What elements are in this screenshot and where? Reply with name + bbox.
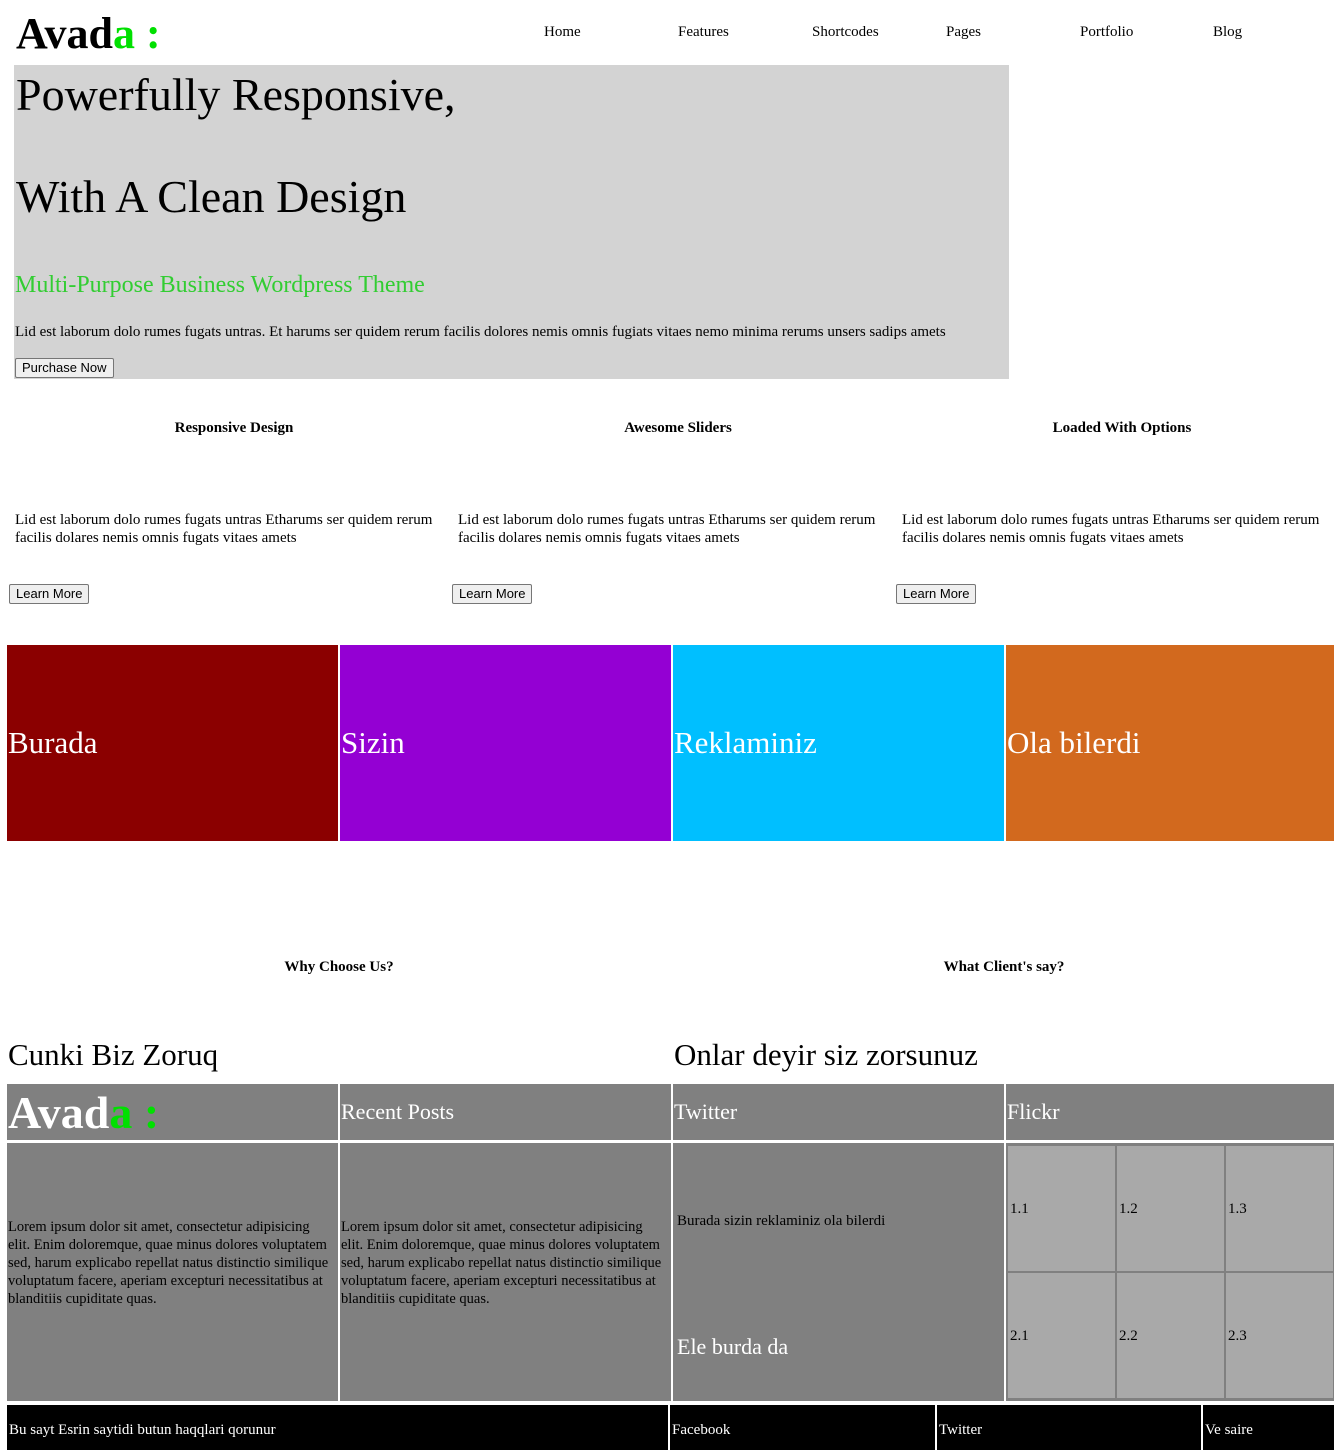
- twitter-link[interactable]: Twitter: [937, 1405, 1201, 1450]
- hero-text: Lid est laborum dolo rumes fugats untras…: [15, 324, 946, 340]
- flickr-tile[interactable]: 2.3: [1226, 1273, 1333, 1398]
- nav-features[interactable]: Features: [678, 22, 729, 42]
- ad-banner-label: Sizin: [341, 725, 405, 760]
- footer-logo[interactable]: Avada :: [8, 1086, 159, 1140]
- copyright-text: Bu sayt Esrin saytidi butun haqqlari qor…: [9, 1422, 276, 1438]
- logo-accent-text: a :: [112, 9, 161, 58]
- flickr-tile[interactable]: 1.3: [1226, 1146, 1333, 1271]
- learn-more-button-1[interactable]: Learn More: [9, 584, 90, 604]
- ad-banner-2[interactable]: Sizin: [340, 645, 671, 841]
- why-choose-us-text: Cunki Biz Zoruq: [8, 1037, 219, 1072]
- feature-title-responsive: Responsive Design: [174, 420, 294, 436]
- flickr-tile[interactable]: 1.1: [1008, 1146, 1115, 1271]
- learn-more-button-3[interactable]: Learn More: [896, 584, 977, 604]
- feature-text-responsive: Lid est laborum dolo rumes fugats untras…: [15, 512, 433, 546]
- nav-portfolio[interactable]: Portfolio: [1080, 22, 1133, 42]
- feature-title-sliders: Awesome Sliders: [624, 420, 732, 436]
- twitter-title: Twitter: [674, 1099, 738, 1124]
- footer-about-cell: Lorem ipsum dolor sit amet, consectetur …: [7, 1143, 338, 1401]
- flickr-tile-label: 1.1: [1010, 1201, 1029, 1217]
- learn-more-button-2[interactable]: Learn More: [452, 584, 533, 604]
- purchase-now-button[interactable]: Purchase Now: [15, 358, 114, 378]
- nav-blog[interactable]: Blog: [1213, 22, 1242, 42]
- nav-home[interactable]: Home: [544, 22, 581, 42]
- flickr-tile-label: 2.2: [1119, 1328, 1138, 1344]
- more-link-label: Ve saire: [1205, 1422, 1253, 1438]
- flickr-cell: 1.1 1.2 1.3 2.1 2.2 2.3: [1006, 1143, 1334, 1401]
- flickr-tile-label: 1.3: [1228, 1201, 1247, 1217]
- recent-posts-text: Lorem ipsum dolor sit amet, consectetur …: [341, 1219, 662, 1307]
- ad-banner-label: Ola bilerdi: [1007, 725, 1141, 760]
- site-logo[interactable]: Avada :: [16, 6, 161, 62]
- flickr-tile[interactable]: 2.2: [1117, 1273, 1224, 1398]
- twitter-big-text: Ele burda da: [677, 1334, 789, 1359]
- recent-posts-title: Recent Posts: [341, 1099, 455, 1124]
- footer-logo-main: Avad: [8, 1087, 110, 1138]
- flickr-tile-label: 2.3: [1228, 1328, 1247, 1344]
- feature-title-options: Loaded With Options: [1052, 420, 1192, 436]
- flickr-title: Flickr: [1007, 1099, 1060, 1124]
- more-link[interactable]: Ve saire: [1203, 1405, 1334, 1450]
- ad-banner-4[interactable]: Ola bilerdi: [1006, 645, 1334, 841]
- client-testimonials-heading: What Client's say?: [943, 959, 1065, 975]
- twitter-header: Twitter: [673, 1084, 1004, 1140]
- feature-text-sliders: Lid est laborum dolo rumes fugats untras…: [458, 512, 876, 546]
- logo-main-text: Avad: [16, 9, 113, 58]
- facebook-link[interactable]: Facebook: [670, 1405, 935, 1450]
- flickr-tile[interactable]: 2.1: [1008, 1273, 1115, 1398]
- ad-banner-label: Reklaminiz: [674, 725, 817, 760]
- hero-subtitle: Multi-Purpose Business Wordpress Theme: [15, 272, 425, 298]
- footer-logo-accent: a :: [109, 1087, 160, 1138]
- ad-banner-3[interactable]: Reklaminiz: [673, 645, 1004, 841]
- nav-pages[interactable]: Pages: [946, 22, 981, 42]
- recent-posts-cell: Lorem ipsum dolor sit amet, consectetur …: [340, 1143, 671, 1401]
- twitter-link-label: Twitter: [939, 1422, 983, 1438]
- client-testimonials-text: Onlar deyir siz zorsunuz: [674, 1037, 978, 1072]
- recent-posts-header: Recent Posts: [340, 1084, 671, 1140]
- why-choose-us-heading: Why Choose Us?: [284, 959, 394, 975]
- footer-logo-cell: Avada :: [7, 1084, 338, 1140]
- feature-text-options: Lid est laborum dolo rumes fugats untras…: [902, 512, 1320, 546]
- facebook-link-label: Facebook: [672, 1422, 731, 1438]
- ad-banner-1[interactable]: Burada: [7, 645, 338, 841]
- twitter-cell: Burada sizin reklaminiz ola bilerdi Ele …: [673, 1143, 1004, 1401]
- hero-title-line2: With A Clean Design: [16, 171, 407, 222]
- hero-section: Powerfully Responsive, With A Clean Desi…: [14, 65, 1009, 379]
- ad-banner-label: Burada: [8, 725, 98, 760]
- flickr-tile-label: 2.1: [1010, 1328, 1029, 1344]
- footer-about-text: Lorem ipsum dolor sit amet, consectetur …: [8, 1219, 329, 1307]
- flickr-header: Flickr: [1006, 1084, 1334, 1140]
- flickr-tile[interactable]: 1.2: [1117, 1146, 1224, 1271]
- flickr-tile-label: 1.2: [1119, 1201, 1138, 1217]
- hero-title-line1: Powerfully Responsive,: [16, 69, 456, 120]
- copyright-bar: Bu sayt Esrin saytidi butun haqqlari qor…: [7, 1405, 668, 1450]
- nav-shortcodes[interactable]: Shortcodes: [812, 22, 879, 42]
- twitter-text: Burada sizin reklaminiz ola bilerdi: [677, 1213, 886, 1229]
